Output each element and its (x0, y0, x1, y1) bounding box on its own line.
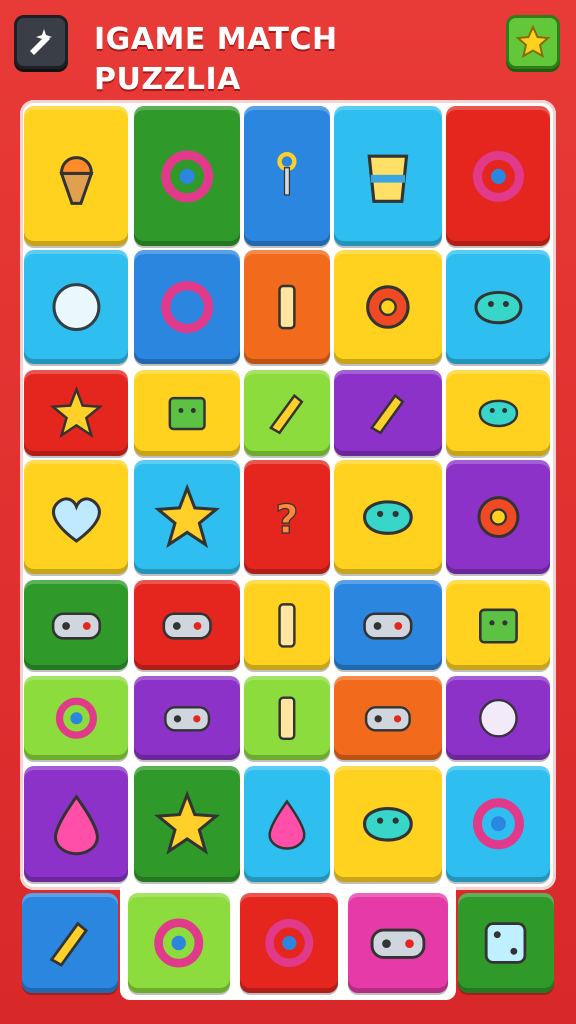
heart-badge-icon (472, 150, 524, 202)
gamepad-icon (370, 928, 426, 959)
tile-r5-c3[interactable] (244, 580, 330, 670)
tile-r4-c5[interactable] (446, 460, 550, 574)
tile-r7-c3[interactable] (244, 766, 330, 882)
tile-r5-c4[interactable] (334, 580, 442, 670)
gamepad-icon (164, 705, 210, 732)
tile-r6-c2[interactable] (134, 676, 240, 760)
tile-r2-c3[interactable] (244, 250, 330, 364)
tile-r1-c4[interactable] (334, 106, 442, 246)
tile-r4-c2[interactable] (134, 460, 240, 574)
tile-r3-c5[interactable] (446, 370, 550, 456)
tools-button[interactable] (14, 15, 68, 69)
tile-bottom-2[interactable] (128, 893, 230, 993)
question-icon: ? (275, 496, 299, 543)
tile-r2-c2[interactable] (134, 250, 240, 364)
tile-r7-c2[interactable] (134, 766, 240, 882)
ring-brush-icon (472, 798, 524, 850)
tile-bottom-5[interactable] (458, 893, 554, 993)
tile-r2-c4[interactable] (334, 250, 442, 364)
tile-r6-c1[interactable] (24, 676, 128, 760)
smiley-blob-icon (363, 500, 413, 535)
game-title: IGAME MATCH PUZZLIA (94, 22, 338, 97)
sparkle-cross-icon (30, 29, 52, 55)
heart-icon (51, 497, 101, 543)
brush-icon (49, 921, 89, 967)
tile-r2-c1[interactable] (24, 250, 128, 364)
sun-splat-icon (154, 483, 220, 549)
wrapped-candy-icon (478, 698, 518, 738)
tile-r4-c4[interactable] (334, 460, 442, 574)
speaker-icon (154, 918, 204, 968)
dial-icon (265, 919, 313, 967)
cup-icon (367, 154, 409, 203)
tile-r2-c5[interactable] (446, 250, 550, 364)
tile-r1-c5[interactable] (446, 106, 550, 246)
tile-r3-c2[interactable] (134, 370, 240, 456)
handheld-console-icon (478, 608, 518, 644)
jelly-icon (53, 794, 99, 856)
tile-r5-c2[interactable] (134, 580, 240, 670)
tile-r4-c1[interactable] (24, 460, 128, 574)
tile-r7-c4[interactable] (334, 766, 442, 882)
donut-icon (161, 281, 213, 333)
target-ring-icon (55, 697, 97, 739)
gear-icon (366, 285, 410, 329)
tile-r6-c5[interactable] (446, 676, 550, 760)
cherry-blob-icon (268, 799, 306, 850)
camera-icon (363, 612, 413, 640)
phone-icon (278, 602, 296, 648)
tile-r3-c3[interactable] (244, 370, 330, 456)
capsule-icon (278, 696, 296, 740)
tile-r6-c3[interactable] (244, 676, 330, 760)
svg-text:?: ? (276, 497, 299, 543)
tile-r4-c3[interactable]: ? (244, 460, 330, 574)
tile-r1-c2[interactable] (134, 106, 240, 246)
cube-face-icon (168, 396, 206, 431)
tile-r1-c3[interactable] (244, 106, 330, 246)
tile-bottom-3[interactable] (240, 893, 338, 993)
photo-camera-icon (365, 705, 411, 732)
battery-icon (278, 284, 296, 330)
controller-stick-icon (51, 612, 101, 640)
splat-arrow-icon (474, 290, 522, 325)
tile-r1-c1[interactable] (24, 106, 128, 246)
tile-r3-c4[interactable] (334, 370, 442, 456)
orb-arrow-icon (52, 283, 100, 331)
tile-r6-c4[interactable] (334, 676, 442, 760)
star-icon (515, 24, 551, 59)
tile-bottom-1[interactable] (22, 893, 118, 993)
smiley-monster-icon (363, 807, 413, 842)
pen-icon (370, 393, 405, 435)
tile-r5-c1[interactable] (24, 580, 128, 670)
dice-icon (485, 922, 527, 964)
tile-r7-c5[interactable] (446, 766, 550, 882)
tile-r5-c5[interactable] (446, 580, 550, 670)
tile-r7-c1[interactable] (24, 766, 128, 882)
ice-cream-icon (58, 155, 94, 205)
lollipop-ring-icon (161, 150, 213, 202)
spiky-ball-icon (154, 790, 220, 856)
star-pin-icon (49, 386, 103, 439)
star-button[interactable] (506, 15, 560, 69)
cog-arrow-icon (477, 496, 519, 538)
top-bar: IGAME MATCH PUZZLIA (0, 0, 576, 97)
tile-r3-c1[interactable] (24, 370, 128, 456)
crossed-tools-icon (269, 393, 304, 435)
leaf-brush-icon (478, 399, 518, 428)
gamepad-icon (162, 612, 212, 640)
key-icon (277, 151, 297, 196)
tile-bottom-4[interactable] (348, 893, 448, 993)
